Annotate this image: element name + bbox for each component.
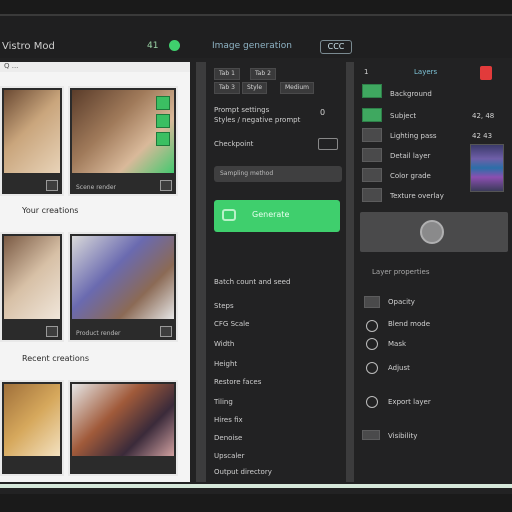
tab-medium[interactable]: Medium bbox=[280, 82, 314, 94]
panel-divider[interactable] bbox=[346, 62, 354, 482]
status-dot-icon[interactable] bbox=[169, 40, 180, 51]
color-swatch[interactable] bbox=[470, 144, 504, 192]
green-action-icon[interactable] bbox=[156, 114, 170, 128]
mask-icon[interactable] bbox=[366, 338, 378, 350]
prop-label: Blend mode bbox=[388, 320, 431, 328]
prop-label: Adjust bbox=[388, 364, 410, 372]
close-icon[interactable] bbox=[480, 66, 492, 80]
gallery-header: Q ... bbox=[0, 62, 190, 72]
layer-icon[interactable] bbox=[362, 128, 382, 142]
thumb-image bbox=[4, 90, 60, 173]
top-toolbar bbox=[0, 16, 512, 58]
checkpoint-label: Checkpoint bbox=[214, 140, 254, 148]
negative-prompt-label: Styles / negative prompt bbox=[214, 116, 301, 124]
layer-label[interactable]: Texture overlay bbox=[390, 192, 444, 200]
export-icon[interactable] bbox=[366, 396, 378, 408]
app-title: Vistro Mod bbox=[2, 41, 55, 52]
right-header-num: 1 bbox=[364, 68, 369, 76]
param-label: Batch count and seed bbox=[214, 278, 291, 286]
thumb-image bbox=[4, 236, 60, 319]
gallery-thumb[interactable] bbox=[68, 380, 178, 476]
prop-label: Mask bbox=[388, 340, 407, 348]
prop-label: Visibility bbox=[388, 432, 418, 440]
visibility-icon[interactable] bbox=[362, 430, 380, 440]
prop-label: Export layer bbox=[388, 398, 431, 406]
param-label: Height bbox=[214, 360, 238, 368]
gallery-thumb[interactable] bbox=[0, 232, 64, 342]
param-label: Tiling bbox=[214, 398, 233, 406]
prop-label: Opacity bbox=[388, 298, 415, 306]
thumb-select-icon[interactable] bbox=[160, 180, 172, 191]
layer-meta: 42 43 bbox=[472, 132, 493, 140]
tab-1[interactable]: Tab 1 bbox=[214, 68, 240, 80]
layer-label[interactable]: Subject bbox=[390, 112, 416, 120]
adjust-icon[interactable] bbox=[366, 362, 378, 374]
thumb-actions bbox=[156, 96, 170, 150]
preview-knob-icon[interactable] bbox=[420, 220, 444, 244]
generate-button[interactable]: Generate bbox=[214, 200, 340, 232]
zoom-box[interactable]: CCC bbox=[320, 40, 352, 54]
thumb-caption: Product render bbox=[76, 330, 121, 337]
layer-preview[interactable] bbox=[360, 212, 508, 252]
layer-label[interactable]: Detail layer bbox=[390, 152, 430, 160]
generate-label: Generate bbox=[252, 210, 290, 219]
thumb-image bbox=[4, 384, 60, 456]
param-label: Restore faces bbox=[214, 378, 262, 386]
layer-icon[interactable] bbox=[362, 108, 382, 122]
param-label: Upscaler bbox=[214, 452, 245, 460]
thumb-select-icon[interactable] bbox=[160, 326, 172, 337]
image-icon bbox=[222, 209, 236, 221]
param-label: Width bbox=[214, 340, 235, 348]
gallery-section-label: Recent creations bbox=[22, 354, 90, 363]
layer-properties-title: Layer properties bbox=[372, 268, 430, 276]
param-label: Steps bbox=[214, 302, 234, 310]
thumb-select-icon[interactable] bbox=[46, 326, 58, 337]
tab-2[interactable]: Tab 2 bbox=[250, 68, 276, 80]
panel-divider[interactable] bbox=[196, 62, 206, 482]
right-header-label: Layers bbox=[414, 68, 438, 76]
gallery-section-label: Your creations bbox=[22, 206, 79, 215]
opacity-icon[interactable] bbox=[364, 296, 380, 308]
gallery-thumb[interactable] bbox=[0, 380, 64, 476]
blend-mode-icon[interactable] bbox=[366, 320, 378, 332]
sampling-method-select[interactable]: Sampling method bbox=[214, 166, 342, 182]
status-strip bbox=[0, 484, 512, 488]
layer-label[interactable]: Background bbox=[390, 90, 432, 98]
layer-icon[interactable] bbox=[362, 148, 382, 162]
thumb-image bbox=[72, 384, 174, 456]
prompt-settings-label: Prompt settings bbox=[214, 106, 270, 114]
param-label: CFG Scale bbox=[214, 320, 250, 328]
param-label: Output directory bbox=[214, 468, 272, 476]
param-label: Denoise bbox=[214, 434, 243, 442]
layer-label[interactable]: Color grade bbox=[390, 172, 431, 180]
layer-label[interactable]: Lighting pass bbox=[390, 132, 437, 140]
green-action-icon[interactable] bbox=[156, 132, 170, 146]
gallery-thumb[interactable] bbox=[0, 86, 64, 196]
checkpoint-field[interactable] bbox=[318, 138, 338, 150]
thumb-select-icon[interactable] bbox=[46, 180, 58, 191]
green-action-icon[interactable] bbox=[156, 96, 170, 110]
top-badge: 41 bbox=[147, 41, 159, 51]
gallery-thumb[interactable]: Product render bbox=[68, 232, 178, 342]
header-title: Image generation bbox=[212, 41, 292, 51]
layer-icon[interactable] bbox=[362, 168, 382, 182]
layer-meta: 42, 48 bbox=[472, 112, 495, 120]
tab-3[interactable]: Tab 3 bbox=[214, 82, 240, 94]
prompt-count: 0 bbox=[320, 108, 326, 117]
param-label: Hires fix bbox=[214, 416, 243, 424]
tab-style[interactable]: Style bbox=[242, 82, 268, 94]
layer-icon[interactable] bbox=[362, 84, 382, 98]
layer-icon[interactable] bbox=[362, 188, 382, 202]
thumb-image bbox=[72, 236, 174, 319]
thumb-caption: Scene render bbox=[76, 184, 116, 191]
